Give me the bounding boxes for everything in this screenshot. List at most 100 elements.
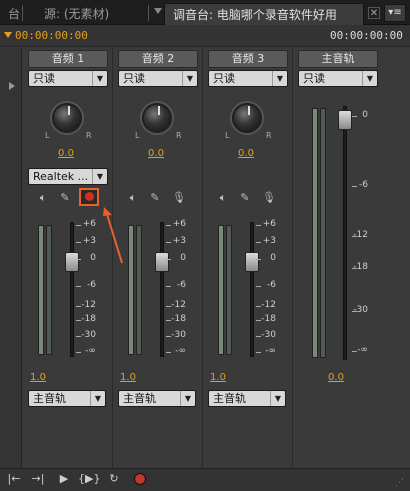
tab-audio-mixer[interactable]: 调音台: 电脑哪个录音软件好用 (164, 3, 364, 25)
microphone-icon[interactable]: 🎙︎ (262, 191, 276, 205)
tab-source[interactable]: 源: (无素材) (36, 3, 117, 25)
go-to-in-point-button[interactable]: |← (6, 472, 22, 486)
db-scale-tick: -18 (171, 314, 186, 324)
master-meter-left (312, 108, 318, 358)
expand-effects-icon[interactable] (9, 82, 15, 90)
track-3-output-dropdown[interactable]: 主音轨 ▼ (208, 390, 286, 407)
knob-indicator (158, 106, 160, 115)
pan-left-label: L (135, 131, 140, 140)
db-scale-tick: 0 (180, 253, 186, 263)
track-1-input-device-dropdown[interactable]: Realtek ... ▼ (28, 168, 108, 185)
db-scale-line (256, 259, 261, 260)
track-3-automation-dropdown[interactable]: 只读 ▼ (208, 70, 288, 87)
loop-button[interactable]: ↻ (106, 472, 122, 486)
db-scale-line (256, 320, 261, 321)
chevron-down-icon: ▼ (92, 169, 107, 184)
record-button[interactable] (134, 473, 146, 485)
master-volume-fader[interactable] (338, 110, 352, 130)
audio-mixer-panel (0, 25, 410, 491)
db-scale-line (256, 286, 261, 287)
track-1-input-device-value: Realtek ... (33, 170, 89, 183)
pan-left-label: L (225, 131, 230, 140)
db-scale-tick: 0 (90, 253, 96, 263)
play-in-to-out-button[interactable]: {▶} (78, 472, 100, 486)
mute-speaker-icon[interactable]: 🔈︎ (126, 191, 140, 205)
track-1-volume-value[interactable]: 1.0 (18, 372, 58, 383)
track-1-pan-value[interactable]: 0.0 (46, 148, 86, 159)
db-scale-line (256, 242, 261, 243)
mute-speaker-icon[interactable]: 🔈︎ (216, 191, 230, 205)
track-1-name[interactable]: 音频 1 (28, 50, 108, 68)
solo-pencil-icon[interactable]: ✎ (148, 191, 162, 205)
solo-pencil-icon[interactable]: ✎ (238, 191, 252, 205)
db-scale-tick: +6 (262, 219, 276, 229)
db-scale-tick: +6 (172, 219, 186, 229)
master-automation-value: 只读 (303, 72, 325, 85)
level-meter-right (46, 225, 52, 355)
track-2-automation-dropdown[interactable]: 只读 ▼ (118, 70, 198, 87)
db-scale-tick: +3 (82, 236, 96, 246)
track-2-pan-knob[interactable] (142, 103, 172, 133)
master-db-scale-line (352, 268, 357, 269)
db-scale-line (76, 242, 81, 243)
db-scale-tick: -18 (81, 314, 96, 324)
db-scale-line (166, 306, 171, 307)
track-1-pan-knob[interactable] (52, 103, 82, 133)
level-meter-left (38, 225, 44, 355)
track-3-pan-value[interactable]: 0.0 (226, 148, 266, 159)
track-2-volume-value[interactable]: 1.0 (108, 372, 148, 383)
chevron-down-icon: ▼ (182, 71, 197, 86)
master-db-scale-tick: -18 (353, 262, 368, 272)
db-scale-line (166, 242, 171, 243)
chevron-down-icon: ▼ (362, 71, 377, 86)
db-scale-line (76, 336, 81, 337)
track-2-name[interactable]: 音频 2 (118, 50, 198, 68)
master-db-scale-line (352, 236, 357, 237)
track-1-output-dropdown[interactable]: 主音轨 ▼ (28, 390, 106, 407)
master-track-name[interactable]: 主音轨 (298, 50, 378, 68)
tab-dropdown-icon[interactable] (154, 8, 162, 14)
track-2-pan-value[interactable]: 0.0 (136, 148, 176, 159)
db-scale-tick: -12 (171, 300, 186, 310)
tab-truncated[interactable]: 台 (0, 3, 28, 25)
track-1-automation-dropdown[interactable]: 只读 ▼ (28, 70, 108, 87)
db-scale-tick: 0 (270, 253, 276, 263)
mute-speaker-icon[interactable]: 🔈︎ (36, 191, 50, 205)
level-meter-right (226, 225, 232, 355)
pan-right-label: R (176, 131, 182, 140)
current-timecode[interactable]: 00:00:00:00 (15, 25, 88, 47)
track-3-pan-knob[interactable] (232, 103, 262, 133)
record-enable-button[interactable] (79, 188, 99, 206)
track-2-output-dropdown[interactable]: 主音轨 ▼ (118, 390, 196, 407)
go-to-out-point-button[interactable]: →| (30, 472, 46, 486)
track-3-volume-value[interactable]: 1.0 (198, 372, 238, 383)
master-db-scale-tick: -6 (359, 180, 368, 190)
track-3-name[interactable]: 音频 3 (208, 50, 288, 68)
master-db-scale-tick: -30 (353, 305, 368, 315)
duration-timecode[interactable]: 00:00:00:00 (330, 25, 403, 47)
db-scale-tick: +3 (262, 236, 276, 246)
db-scale-tick: -30 (81, 330, 96, 340)
resize-grip-icon[interactable]: ⋰ (395, 478, 405, 488)
chevron-down-icon: ▼ (92, 71, 107, 86)
master-volume-value[interactable]: 0.0 (316, 372, 356, 383)
level-meter-right (136, 225, 142, 355)
track-3-automation-value: 只读 (213, 72, 235, 85)
db-scale-line (256, 336, 261, 337)
master-automation-dropdown[interactable]: 只读 ▼ (298, 70, 378, 87)
db-scale-tick: -18 (261, 314, 276, 324)
tab-close-icon[interactable]: ✕ (368, 7, 380, 19)
panel-menu-icon[interactable]: ▾≡ (384, 4, 406, 22)
db-scale-line (76, 320, 81, 321)
db-scale-line (166, 352, 171, 353)
db-scale-tick: -6 (177, 280, 186, 290)
track-1-automation-value: 只读 (33, 72, 55, 85)
solo-pencil-icon[interactable]: ✎ (58, 191, 72, 205)
play-button[interactable]: ▶ (56, 472, 72, 486)
level-meter-left (218, 225, 224, 355)
db-scale-line (76, 306, 81, 307)
microphone-icon[interactable]: 🎙︎ (172, 191, 186, 205)
master-db-scale-tick: -∞ (357, 345, 368, 355)
db-scale-tick: -30 (261, 330, 276, 340)
db-scale-line (76, 259, 81, 260)
